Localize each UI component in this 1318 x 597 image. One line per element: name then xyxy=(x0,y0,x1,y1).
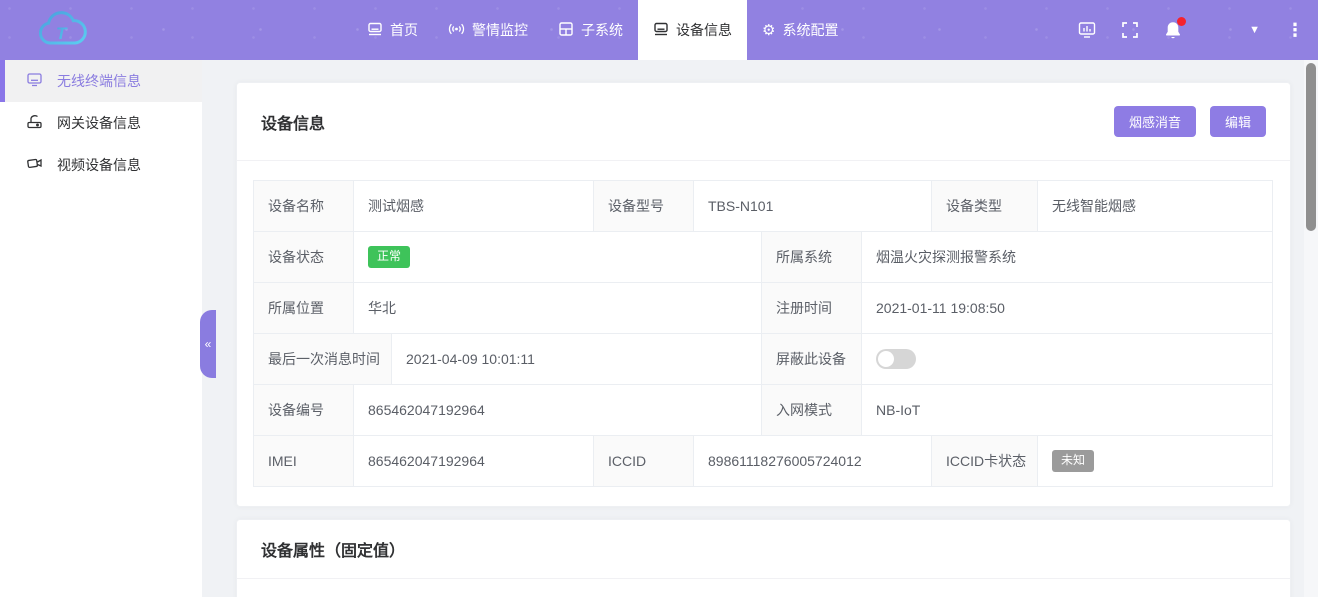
field-value: 正常 xyxy=(354,232,762,282)
field-value: TBS-N101 xyxy=(694,181,932,231)
card-title: 设备信息 xyxy=(261,110,325,134)
field-label: 最后一次消息时间 xyxy=(254,334,392,384)
table-row-last-message: 最后一次消息时间 2021-04-09 10:01:11 屏蔽此设备 xyxy=(254,334,1272,385)
status-badge: 正常 xyxy=(368,246,410,267)
home-monitor-icon xyxy=(367,21,383,40)
field-value: 烟温火灾探测报警系统 xyxy=(862,232,1272,282)
nav-label: 设备信息 xyxy=(676,20,732,40)
subsystem-grid-icon xyxy=(558,21,574,40)
field-label: IMEI xyxy=(254,436,354,486)
field-label: 设备名称 xyxy=(254,181,354,231)
field-value: 865462047192964 xyxy=(354,436,594,486)
device-info-card: 设备信息 烟感消音 编辑 设备名称 测试烟感 设备型号 TBS-N101 设备类… xyxy=(236,82,1291,507)
field-value: 无线智能烟感 xyxy=(1038,181,1272,231)
table-row-device-number: 设备编号 865462047192964 入网模式 NB-IoT xyxy=(254,385,1272,436)
field-label: 设备状态 xyxy=(254,232,354,282)
device-attributes-card: 设备属性（固定值） xyxy=(236,519,1291,597)
nav-item-system-config[interactable]: ⚙ 系统配置 xyxy=(747,0,853,60)
top-navigation-bar: T 首页 警情监控 xyxy=(0,0,1318,60)
sidebar-item-label: 网关设备信息 xyxy=(57,113,141,133)
field-value: 2021-04-09 10:01:11 xyxy=(392,334,762,384)
svg-text:T: T xyxy=(56,24,68,43)
field-value: 865462047192964 xyxy=(354,385,762,435)
sidebar-item-gateway[interactable]: 网关设备信息 xyxy=(0,102,202,144)
edit-button[interactable]: 编辑 xyxy=(1210,106,1266,137)
sidebar-item-label: 无线终端信息 xyxy=(57,71,141,91)
field-label: ICCID xyxy=(594,436,694,486)
field-label: ICCID卡状态 xyxy=(932,436,1038,486)
card-header-buttons: 烟感消音 编辑 xyxy=(1114,106,1266,137)
field-label: 注册时间 xyxy=(762,283,862,333)
field-label: 入网模式 xyxy=(762,385,862,435)
fullscreen-icon[interactable] xyxy=(1121,21,1139,39)
device-info-card-header: 设备信息 烟感消音 编辑 xyxy=(237,83,1290,161)
sidebar-collapse-handle[interactable]: « xyxy=(200,310,216,378)
caret-down-icon[interactable]: ▼ xyxy=(1249,24,1260,36)
field-label: 设备编号 xyxy=(254,385,354,435)
field-label: 屏蔽此设备 xyxy=(762,334,862,384)
sidebar-item-label: 视频设备信息 xyxy=(57,155,141,175)
more-vertical-icon[interactable]: ⋮ xyxy=(1286,20,1304,41)
table-row-device-name: 设备名称 测试烟感 设备型号 TBS-N101 设备类型 无线智能烟感 xyxy=(254,181,1272,232)
field-label: 设备型号 xyxy=(594,181,694,231)
wireless-terminal-icon xyxy=(26,71,43,91)
field-label: 所属位置 xyxy=(254,283,354,333)
field-label: 所属系统 xyxy=(762,232,862,282)
vertical-scrollbar-track[interactable] xyxy=(1304,60,1318,597)
nav-label: 子系统 xyxy=(581,20,623,40)
notification-dot xyxy=(1177,17,1186,26)
cloud-logo[interactable]: T xyxy=(28,9,108,51)
nav-item-alarm-monitor[interactable]: 警情监控 xyxy=(433,0,543,60)
device-info-table: 设备名称 测试烟感 设备型号 TBS-N101 设备类型 无线智能烟感 设备状态… xyxy=(253,180,1273,487)
field-value: 2021-01-11 19:08:50 xyxy=(862,283,1272,333)
iccid-card-status-badge: 未知 xyxy=(1052,450,1094,471)
table-row-location: 所属位置 华北 注册时间 2021-01-11 19:08:50 xyxy=(254,283,1272,334)
device-attributes-card-header: 设备属性（固定值） xyxy=(237,520,1290,579)
collapse-chevrons-icon: « xyxy=(205,337,212,351)
chart-screen-icon[interactable] xyxy=(1077,20,1097,40)
field-label: 设备类型 xyxy=(932,181,1038,231)
sidebar-item-wireless-terminal[interactable]: 无线终端信息 xyxy=(0,60,202,102)
gateway-icon xyxy=(26,113,43,133)
nav-label: 首页 xyxy=(390,20,418,40)
topbar-actions: ▼ ⋮ xyxy=(1077,0,1318,60)
video-camera-icon xyxy=(26,155,43,175)
main-nav: 首页 警情监控 子系统 xyxy=(352,0,853,60)
table-row-imei-iccid: IMEI 865462047192964 ICCID 8986111827600… xyxy=(254,436,1272,487)
shield-device-toggle[interactable] xyxy=(876,349,916,369)
card-title: 设备属性（固定值） xyxy=(261,537,405,561)
sidebar-item-video-device[interactable]: 视频设备信息 xyxy=(0,144,202,186)
device-monitor-icon xyxy=(653,21,669,40)
nav-label: 系统配置 xyxy=(782,20,838,40)
field-value: 华北 xyxy=(354,283,762,333)
bell-icon[interactable] xyxy=(1163,20,1183,41)
nav-item-device-info[interactable]: 设备信息 xyxy=(638,0,747,60)
field-value: 测试烟感 xyxy=(354,181,594,231)
nav-label: 警情监控 xyxy=(472,20,528,40)
broadcast-icon xyxy=(448,21,465,40)
field-value: 未知 xyxy=(1038,436,1272,486)
field-value xyxy=(862,334,1272,384)
field-value: 89861118276005724012 xyxy=(694,436,932,486)
sidebar: 无线终端信息 网关设备信息 视频设备信息 xyxy=(0,60,202,597)
nav-item-home[interactable]: 首页 xyxy=(352,0,433,60)
nav-item-subsystem[interactable]: 子系统 xyxy=(543,0,638,60)
gear-icon: ⚙ xyxy=(762,23,775,38)
smoke-mute-button[interactable]: 烟感消音 xyxy=(1114,106,1196,137)
field-value: NB-IoT xyxy=(862,385,1272,435)
vertical-scrollbar-thumb[interactable] xyxy=(1306,63,1316,231)
table-row-device-status: 设备状态 正常 所属系统 烟温火灾探测报警系统 xyxy=(254,232,1272,283)
